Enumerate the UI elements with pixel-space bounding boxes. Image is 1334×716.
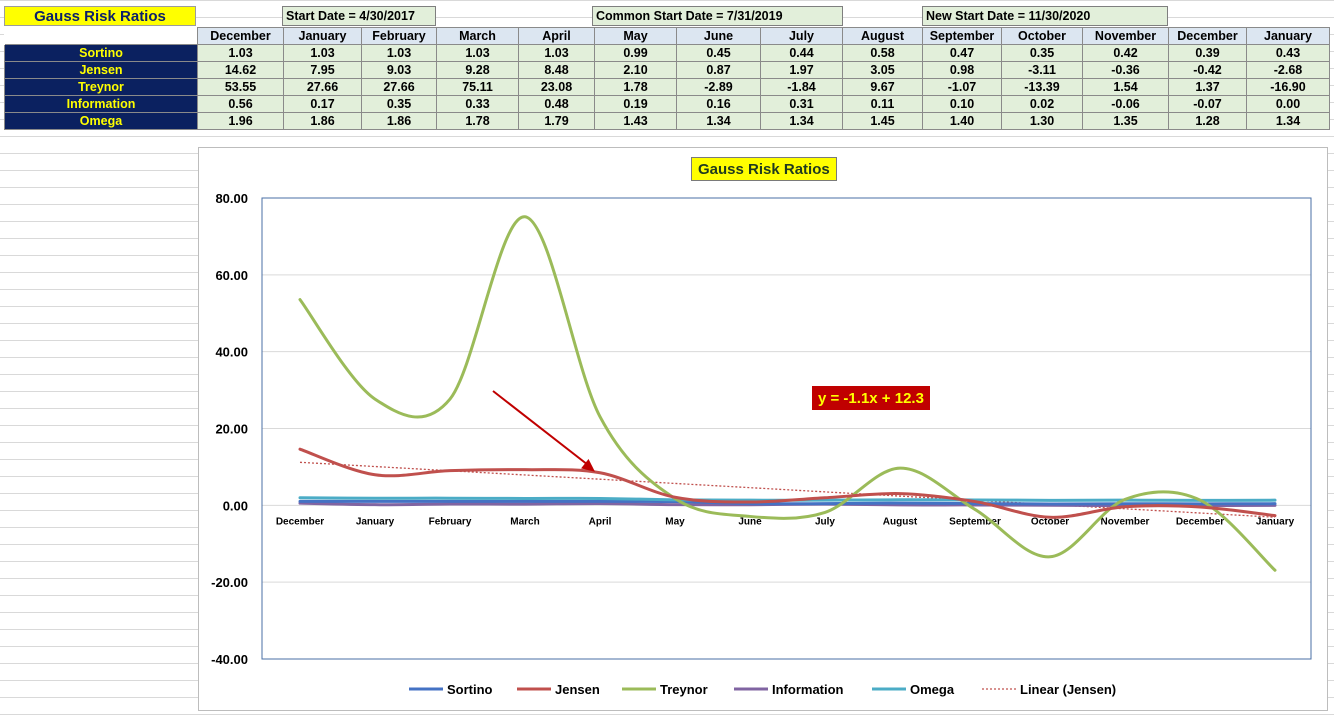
chart-title[interactable]: Gauss Risk Ratios	[691, 157, 837, 181]
y-tick-label: 80.00	[215, 191, 248, 206]
x-tick-label: May	[665, 516, 685, 527]
y-tick-label: 60.00	[215, 268, 248, 283]
trendline-equation[interactable]: y = -1.1x + 12.3	[812, 386, 930, 410]
x-tick-label: January	[1256, 516, 1295, 527]
x-tick-label: February	[429, 516, 472, 527]
y-tick-label: 20.00	[215, 422, 248, 437]
legend-label: Treynor	[660, 682, 708, 697]
y-tick-label: 0.00	[223, 498, 248, 513]
x-tick-label: December	[276, 516, 324, 527]
y-tick-label: -20.00	[211, 575, 248, 590]
series-line-jensen	[298, 447, 1277, 519]
x-tick-label: March	[510, 516, 539, 527]
legend-label: Sortino	[447, 682, 493, 697]
x-tick-label: January	[356, 516, 395, 527]
y-tick-label: -40.00	[211, 652, 248, 667]
y-tick-label: 40.00	[215, 345, 248, 360]
x-tick-label: August	[883, 516, 918, 527]
x-tick-label: December	[1176, 516, 1224, 527]
legend-label: Jensen	[555, 682, 600, 697]
x-tick-label: July	[815, 516, 835, 527]
x-tick-label: November	[1101, 516, 1150, 527]
line-chart: 80.00 60.00 40.00 20.00 0.00 -20.00 -40.00 Dece…	[211, 191, 1312, 697]
x-tick-label: April	[589, 516, 612, 527]
legend-label: Linear (Jensen)	[1020, 682, 1116, 697]
legend-label: Information	[772, 682, 844, 697]
legend-label: Omega	[910, 682, 955, 697]
